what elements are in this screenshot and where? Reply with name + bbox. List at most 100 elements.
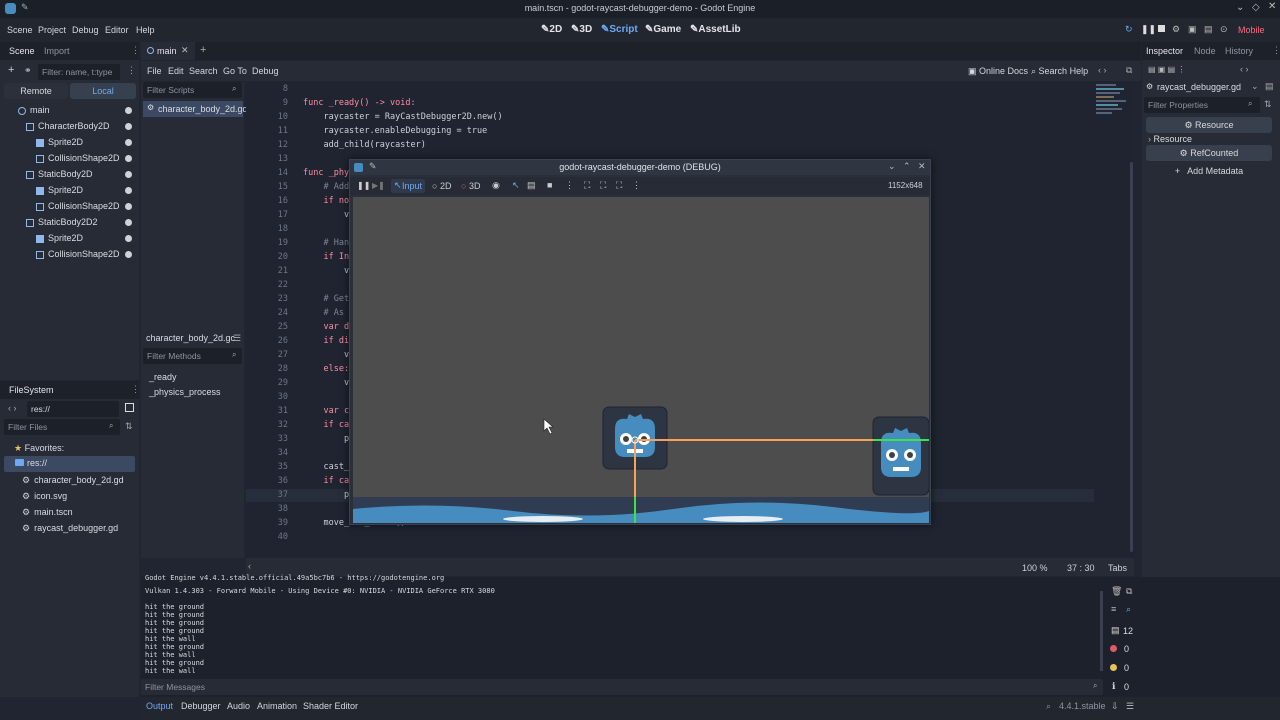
- filter-files-input[interactable]: Filter Files: [4, 419, 120, 435]
- inspector-toolbar-icons[interactable]: ▤ ▣ ▤ ⋮: [1148, 65, 1185, 74]
- pause-icon[interactable]: ❚❚: [1141, 24, 1156, 35]
- game-pause-icon[interactable]: ❚❚: [357, 181, 370, 190]
- run-custom-icon[interactable]: ⊙: [1220, 24, 1228, 35]
- game-viewport[interactable]: [353, 197, 929, 523]
- tab-main[interactable]: main ✕: [141, 42, 195, 60]
- game-options-icon[interactable]: ⋮: [565, 180, 574, 191]
- workspace-script-button[interactable]: ✎Script: [601, 24, 638, 35]
- visibility-eye-icon[interactable]: [125, 139, 132, 146]
- visibility-eye-icon[interactable]: [125, 107, 132, 114]
- tab-import[interactable]: Import: [44, 46, 70, 56]
- remote-button[interactable]: Remote: [4, 83, 68, 99]
- new-tab-icon[interactable]: +: [200, 44, 206, 56]
- script-menu-file[interactable]: File: [147, 66, 162, 76]
- scene-tree-node[interactable]: CharacterBody2D: [26, 121, 110, 131]
- close-icon[interactable]: ✕: [1268, 1, 1276, 12]
- visibility-eye-icon[interactable]: [125, 155, 132, 162]
- toggle-scripts-panel-icon[interactable]: ‹: [248, 561, 251, 571]
- add-node-icon[interactable]: +: [8, 64, 14, 76]
- indent-mode[interactable]: Tabs: [1108, 563, 1127, 573]
- sort-icon[interactable]: ⇅: [125, 421, 133, 432]
- filter-toggle-icon[interactable]: ≡: [1111, 604, 1116, 614]
- split-view-icon[interactable]: [125, 403, 134, 412]
- menu-help[interactable]: Help: [136, 25, 155, 35]
- object-menu-icon[interactable]: ⌄: [1251, 81, 1259, 92]
- visibility-eye-icon[interactable]: [125, 251, 132, 258]
- game-window-minimize-icon[interactable]: ⌄: [888, 161, 896, 172]
- scene-tree-node[interactable]: main: [18, 105, 50, 115]
- list-select-icon[interactable]: ▤: [527, 180, 536, 191]
- workspace-2d-button[interactable]: ✎2D: [541, 24, 562, 35]
- tab-filesystem[interactable]: FileSystem: [9, 385, 54, 395]
- mode-2d-button[interactable]: ○ 2D: [432, 181, 451, 191]
- tab-shader-editor[interactable]: Shader Editor: [303, 701, 358, 711]
- pin-panel-icon[interactable]: ⇩: [1111, 701, 1119, 712]
- sort-methods-icon[interactable]: ☰: [233, 333, 241, 344]
- menu-project[interactable]: Project: [38, 25, 66, 35]
- tab-close-icon[interactable]: ✕: [181, 45, 189, 56]
- select-tool-icon[interactable]: ↖: [512, 180, 520, 191]
- scene-tree-node[interactable]: Sprite2D: [36, 185, 83, 195]
- workspace-3d-button[interactable]: ✎3D: [571, 24, 592, 35]
- menu-editor[interactable]: Editor: [105, 25, 129, 35]
- visibility-eye-icon[interactable]: [125, 219, 132, 226]
- link-icon[interactable]: ⚭: [24, 65, 32, 76]
- script-list-item[interactable]: ⚙ character_body_2d.gd: [143, 101, 248, 117]
- scene-dock-menu-icon[interactable]: ⋮: [127, 65, 136, 76]
- tab-node[interactable]: Node: [1194, 46, 1216, 56]
- scene-tree-node[interactable]: StaticBody2D: [26, 169, 93, 179]
- inspector-object-name[interactable]: raycast_debugger.gd: [1157, 82, 1241, 92]
- path-field[interactable]: res://: [27, 401, 119, 417]
- filesystem-menu-icon[interactable]: ⋮: [131, 384, 140, 395]
- refcounted-button[interactable]: ⚙ RefCounted: [1146, 145, 1272, 161]
- search-help-button[interactable]: ⌕ Search Help: [1031, 66, 1088, 77]
- game-window-close-icon[interactable]: ✕: [918, 161, 926, 172]
- movie-icon[interactable]: ▣: [1188, 24, 1197, 35]
- input-mode-button[interactable]: ↖ Input: [391, 179, 425, 193]
- zoom-level[interactable]: 100 %: [1022, 563, 1048, 573]
- back-icon[interactable]: ‹ ›: [8, 403, 17, 413]
- script-menu-debug[interactable]: Debug: [252, 66, 279, 76]
- resource-button[interactable]: ⚙ Resource: [1146, 117, 1272, 133]
- file-item[interactable]: ⚙ icon.svg: [22, 491, 67, 502]
- tab-history[interactable]: History: [1225, 46, 1253, 56]
- scene-tree-node[interactable]: Sprite2D: [36, 137, 83, 147]
- local-button[interactable]: Local: [70, 83, 136, 99]
- fixed-size-icon[interactable]: ⛶: [600, 180, 606, 191]
- info-count-icon[interactable]: ℹ: [1112, 681, 1115, 692]
- output-scrollbar[interactable]: [1100, 591, 1103, 671]
- menu-scene[interactable]: Scene: [7, 25, 33, 35]
- embed-options-icon[interactable]: ⋮: [632, 180, 641, 191]
- workspace-game-button[interactable]: ✎Game: [645, 24, 681, 35]
- message-count-icon[interactable]: ▤: [1111, 625, 1120, 636]
- online-docs-button[interactable]: ▣ Online Docs: [968, 66, 1028, 77]
- expand-panel-icon[interactable]: ☰: [1126, 701, 1134, 712]
- method-ready[interactable]: _ready: [149, 372, 177, 382]
- inspector-menu-icon[interactable]: ⋮: [1272, 45, 1280, 56]
- history-nav-icon[interactable]: ‹ ›: [1098, 65, 1107, 75]
- filter-properties-input[interactable]: Filter Properties: [1144, 97, 1260, 113]
- reload-icon[interactable]: ↻: [1125, 24, 1133, 35]
- tab-debugger[interactable]: Debugger: [181, 701, 221, 711]
- minimap[interactable]: [1094, 82, 1134, 142]
- scene-filter-input[interactable]: Filter: name, t:type: [38, 64, 120, 80]
- keep-aspect-icon[interactable]: ⛶: [584, 180, 590, 191]
- visibility-eye-icon[interactable]: [125, 171, 132, 178]
- visibility-eye-icon[interactable]: [125, 123, 132, 130]
- scene-tree-node[interactable]: Sprite2D: [36, 233, 83, 243]
- tab-scene[interactable]: Scene: [9, 46, 35, 56]
- add-metadata-button[interactable]: + Add Metadata: [1146, 163, 1272, 179]
- tab-output[interactable]: Output: [146, 701, 173, 711]
- method-physics-process[interactable]: _physics_process: [149, 387, 221, 397]
- mode-3d-button[interactable]: ○ 3D: [461, 181, 480, 191]
- code-vscrollbar[interactable]: [1130, 162, 1133, 552]
- clear-output-icon[interactable]: 🗑: [1111, 586, 1122, 597]
- open-docs-icon[interactable]: ▤: [1265, 81, 1274, 92]
- visibility-icon[interactable]: ◉: [492, 180, 500, 191]
- script-menu-goto[interactable]: Go To: [223, 66, 247, 76]
- tab-animation[interactable]: Animation: [257, 701, 297, 711]
- file-item[interactable]: ⚙ raycast_debugger.gd: [22, 523, 118, 534]
- object-history-nav-icon[interactable]: ‹ ›: [1240, 64, 1249, 74]
- search-toggle-icon[interactable]: ⌕: [1126, 604, 1131, 615]
- game-next-frame-icon[interactable]: ▶❚: [372, 181, 385, 190]
